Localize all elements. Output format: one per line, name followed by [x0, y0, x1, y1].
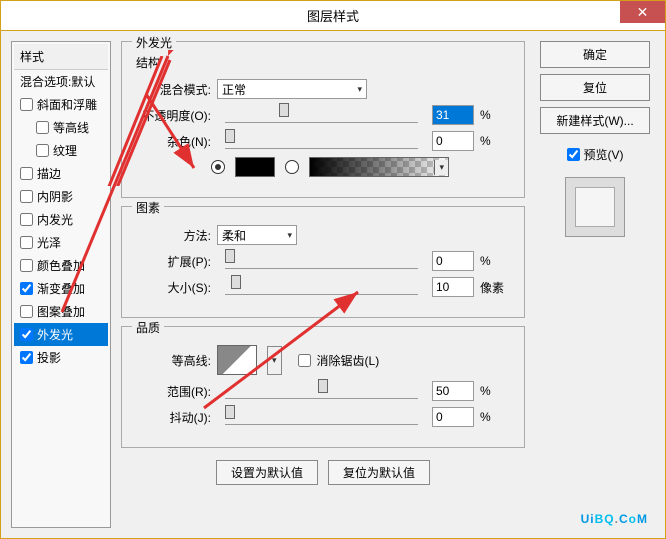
gradient-picker[interactable]: ▾ [309, 157, 449, 177]
elements-fieldset: 图素 方法: 柔和▾ 扩展(P): % 大小(S): 像素 [121, 206, 525, 318]
opacity-slider[interactable] [225, 107, 418, 123]
elements-title: 图素 [132, 199, 164, 216]
spread-label: 扩展(P): [136, 253, 211, 270]
stroke-checkbox[interactable] [20, 167, 33, 180]
noise-label: 杂色(N): [136, 133, 211, 150]
new-style-button[interactable]: 新建样式(W)... [540, 107, 650, 134]
opacity-label: 不透明度(O): [136, 107, 211, 124]
blend-options-default[interactable]: 混合选项:默认 [14, 70, 108, 93]
style-satin[interactable]: 光泽 [14, 231, 108, 254]
noise-input[interactable] [432, 131, 474, 151]
inner-shadow-checkbox[interactable] [20, 190, 33, 203]
range-slider[interactable] [225, 383, 418, 399]
jitter-input[interactable] [432, 407, 474, 427]
ok-button[interactable]: 确定 [540, 41, 650, 68]
quality-title: 品质 [132, 319, 164, 336]
styles-list: 样式 混合选项:默认 斜面和浮雕 等高线 纹理 描边 内阴影 内发光 光泽 颜色… [11, 41, 111, 528]
blend-mode-select[interactable]: 正常▾ [217, 79, 367, 99]
preview-toggle[interactable]: 预览(V) [567, 146, 624, 163]
jitter-label: 抖动(J): [136, 409, 211, 426]
jitter-slider[interactable] [225, 409, 418, 425]
blend-mode-label: 混合模式: [136, 81, 211, 98]
outer-glow-checkbox[interactable] [20, 328, 33, 341]
styles-header: 样式 [14, 44, 108, 70]
noise-slider[interactable] [225, 133, 418, 149]
opacity-input[interactable] [432, 105, 474, 125]
contour-picker[interactable] [217, 345, 257, 375]
opacity-unit: % [480, 108, 510, 122]
texture-checkbox[interactable] [36, 144, 49, 157]
technique-select[interactable]: 柔和▾ [217, 225, 297, 245]
dialog-title: 图层样式 [307, 6, 359, 25]
contour-checkbox[interactable] [36, 121, 49, 134]
range-label: 范围(R): [136, 383, 211, 400]
antialias-label: 消除锯齿(L) [317, 352, 380, 369]
pattern-overlay-checkbox[interactable] [20, 305, 33, 318]
satin-checkbox[interactable] [20, 236, 33, 249]
noise-unit: % [480, 134, 510, 148]
style-gradient-overlay[interactable]: 渐变叠加 [14, 277, 108, 300]
size-slider[interactable] [225, 279, 418, 295]
titlebar: 图层样式 ✕ [1, 1, 665, 31]
range-input[interactable] [432, 381, 474, 401]
close-button[interactable]: ✕ [620, 1, 665, 23]
size-unit: 像素 [480, 279, 510, 296]
style-contour[interactable]: 等高线 [14, 116, 108, 139]
gradient-overlay-checkbox[interactable] [20, 282, 33, 295]
spread-unit: % [480, 254, 510, 268]
size-label: 大小(S): [136, 279, 211, 296]
reset-default-button[interactable]: 复位为默认值 [328, 460, 430, 485]
chevron-down-icon: ▾ [434, 160, 448, 175]
action-panel: 确定 复位 新建样式(W)... 预览(V) [535, 41, 655, 528]
style-inner-glow[interactable]: 内发光 [14, 208, 108, 231]
color-overlay-checkbox[interactable] [20, 259, 33, 272]
settings-panel: 外发光 结构 混合模式: 正常▾ 不透明度(O): % 杂色(N): % [121, 41, 525, 528]
layer-style-dialog: 图层样式 ✕ 样式 混合选项:默认 斜面和浮雕 等高线 纹理 描边 内阴影 内发… [0, 0, 666, 539]
style-color-overlay[interactable]: 颜色叠加 [14, 254, 108, 277]
color-swatch[interactable] [235, 157, 275, 177]
preview-checkbox[interactable] [567, 148, 580, 161]
bevel-checkbox[interactable] [20, 98, 33, 111]
color-gradient-radio[interactable] [285, 160, 299, 174]
style-stroke[interactable]: 描边 [14, 162, 108, 185]
preview-box [565, 177, 625, 237]
watermark: UiBQ.CoM [581, 503, 648, 529]
style-drop-shadow[interactable]: 投影 [14, 346, 108, 369]
outer-glow-title: 外发光 [132, 34, 176, 51]
style-bevel[interactable]: 斜面和浮雕 [14, 93, 108, 116]
spread-slider[interactable] [225, 253, 418, 269]
range-unit: % [480, 384, 510, 398]
style-outer-glow[interactable]: 外发光 [14, 323, 108, 346]
antialias-checkbox[interactable] [298, 354, 311, 367]
reset-button[interactable]: 复位 [540, 74, 650, 101]
chevron-down-icon: ▾ [287, 230, 292, 241]
technique-label: 方法: [136, 227, 211, 244]
contour-label: 等高线: [136, 352, 211, 369]
style-texture[interactable]: 纹理 [14, 139, 108, 162]
style-inner-shadow[interactable]: 内阴影 [14, 185, 108, 208]
spread-input[interactable] [432, 251, 474, 271]
color-solid-radio[interactable] [211, 160, 225, 174]
jitter-unit: % [480, 410, 510, 424]
quality-fieldset: 品质 等高线: ▾ 消除锯齿(L) 范围(R): % 抖动(J): [121, 326, 525, 448]
style-pattern-overlay[interactable]: 图案叠加 [14, 300, 108, 323]
inner-glow-checkbox[interactable] [20, 213, 33, 226]
outer-glow-fieldset: 外发光 结构 混合模式: 正常▾ 不透明度(O): % 杂色(N): % [121, 41, 525, 198]
set-default-button[interactable]: 设置为默认值 [216, 460, 318, 485]
size-input[interactable] [432, 277, 474, 297]
drop-shadow-checkbox[interactable] [20, 351, 33, 364]
chevron-down-icon[interactable]: ▾ [267, 346, 282, 375]
structure-title: 结构 [136, 54, 510, 71]
chevron-down-icon: ▾ [357, 84, 362, 95]
